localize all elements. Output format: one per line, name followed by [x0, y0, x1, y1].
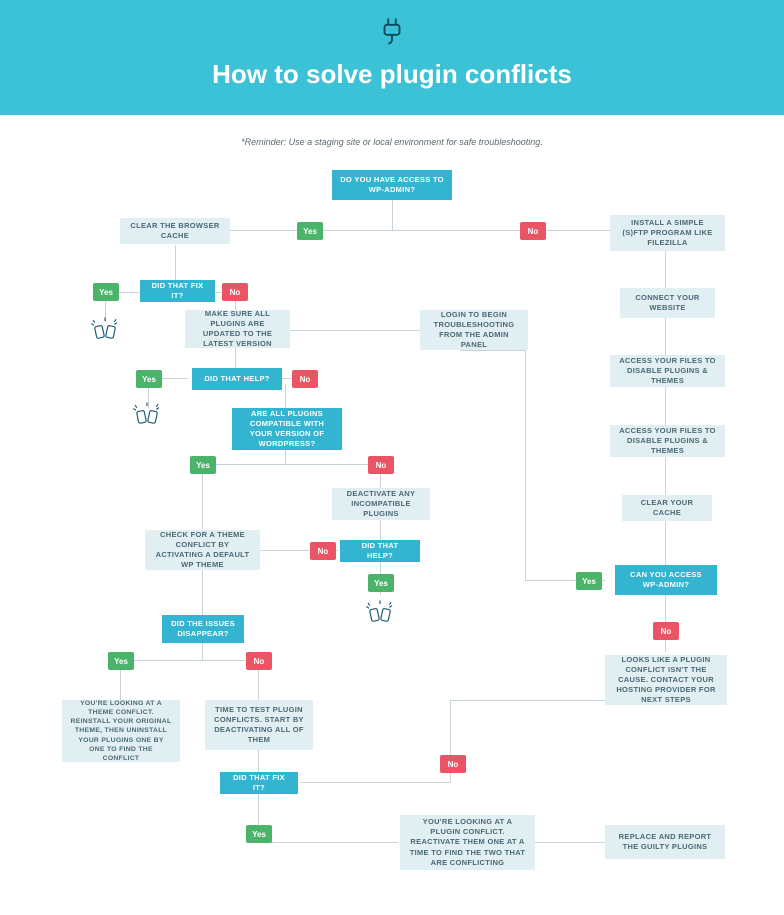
- tag-no: No: [440, 755, 466, 773]
- tag-no: No: [520, 222, 546, 240]
- node-root: DO YOU HAVE ACCESS TO WP-ADMIN?: [332, 170, 452, 200]
- tag-yes: Yes: [190, 456, 216, 474]
- node-cache: CLEAR THE BROWSER CACHE: [120, 218, 230, 244]
- node-react-plugin: YOU'RE LOOKING AT A PLUGIN CONFLICT. REA…: [400, 815, 535, 870]
- node-login: LOGIN TO BEGIN TROUBLESHOOTING FROM THE …: [420, 310, 528, 350]
- node-ftp: INSTALL A SIMPLE (S)FTP PROGRAM LIKE FIL…: [610, 215, 725, 251]
- tag-yes: Yes: [297, 222, 323, 240]
- tag-yes: Yes: [108, 652, 134, 670]
- node-help2: DID THAT HELP?: [340, 540, 420, 562]
- node-disable1: ACCESS YOUR FILES TO DISABLE PLUGINS & T…: [610, 355, 725, 387]
- page-title: How to solve plugin conflicts: [0, 59, 784, 90]
- tag-no: No: [368, 456, 394, 474]
- tag-no: No: [222, 283, 248, 301]
- tag-no: No: [653, 622, 679, 640]
- node-issues: DID THE ISSUES DISAPPEAR?: [162, 615, 244, 643]
- cheers-icon: [363, 598, 397, 632]
- flowchart: Yes No Yes No Yes No Yes No No Yes Yes N…: [0, 160, 784, 915]
- node-hosting: LOOKS LIKE A PLUGIN CONFLICT ISN'T THE C…: [605, 655, 727, 705]
- node-fix1: DID THAT FIX IT?: [140, 280, 215, 302]
- hero: How to solve plugin conflicts: [0, 0, 784, 115]
- node-theme: CHECK FOR A THEME CONFLICT BY ACTIVATING…: [145, 530, 260, 570]
- node-update: MAKE SURE ALL PLUGINS ARE UPDATED TO THE…: [185, 310, 290, 348]
- node-result-plugin: TIME TO TEST PLUGIN CONFLICTS. START BY …: [205, 700, 313, 750]
- node-disable2: ACCESS YOUR FILES TO DISABLE PLUGINS & T…: [610, 425, 725, 457]
- tag-no: No: [292, 370, 318, 388]
- node-result-theme: YOU'RE LOOKING AT A THEME CONFLICT. REIN…: [62, 700, 180, 762]
- node-compat: ARE ALL PLUGINS COMPATIBLE WITH YOUR VER…: [232, 408, 342, 450]
- node-connect: CONNECT YOUR WEBSITE: [620, 288, 715, 318]
- cheers-icon: [130, 400, 164, 434]
- node-replace: REPLACE AND REPORT THE GUILTY PLUGINS: [605, 825, 725, 859]
- tag-yes: Yes: [576, 572, 602, 590]
- tag-yes: Yes: [368, 574, 394, 592]
- tag-no: No: [246, 652, 272, 670]
- cheers-icon: [88, 315, 122, 349]
- node-access: CAN YOU ACCESS WP-ADMIN?: [615, 565, 717, 595]
- node-deact: DEACTIVATE ANY INCOMPATIBLE PLUGINS: [332, 488, 430, 520]
- tag-no: No: [310, 542, 336, 560]
- tag-yes: Yes: [136, 370, 162, 388]
- tag-yes: Yes: [246, 825, 272, 843]
- plug-icon: [377, 16, 407, 46]
- reminder-text: *Reminder: Use a staging site or local e…: [0, 137, 784, 147]
- node-clear: CLEAR YOUR CACHE: [622, 495, 712, 521]
- node-fix2: DID THAT FIX IT?: [220, 772, 298, 794]
- node-help1: DID THAT HELP?: [192, 368, 282, 390]
- tag-yes: Yes: [93, 283, 119, 301]
